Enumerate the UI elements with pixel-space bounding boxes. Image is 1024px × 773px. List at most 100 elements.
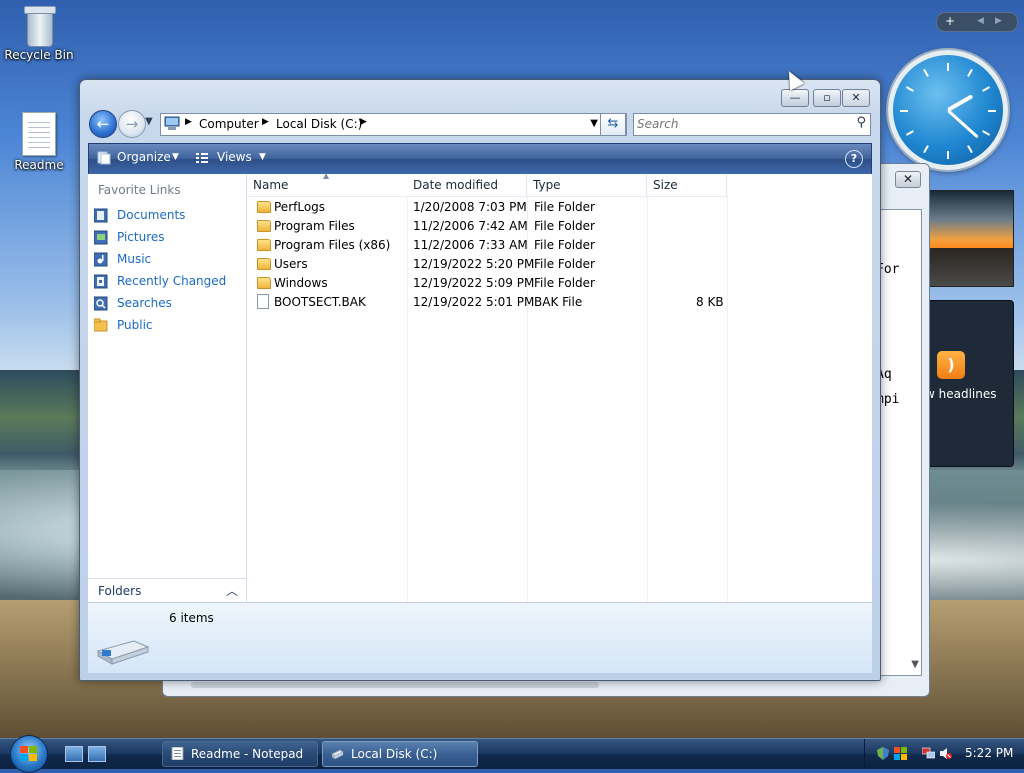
refresh-button[interactable]: ⇆ (600, 113, 626, 136)
organize-button[interactable]: Organize (117, 150, 171, 164)
slideshow-gadget[interactable] (926, 190, 1014, 287)
breadcrumb-local-disk[interactable]: Local Disk (C:) (276, 117, 362, 131)
organize-dropdown-icon[interactable]: ▼ (172, 152, 179, 162)
column-header-type[interactable]: Type (527, 174, 647, 197)
folder-icon (257, 239, 271, 251)
views-dropdown-icon[interactable]: ▼ (259, 152, 266, 162)
column-header-size[interactable]: Size (647, 174, 727, 197)
views-icon (196, 153, 208, 163)
file-name: Users (274, 257, 308, 271)
horizontal-scrollbar[interactable] (191, 682, 599, 688)
column-header-label: Name (253, 178, 289, 192)
drive-icon (331, 749, 344, 759)
file-row-windows[interactable]: Windows 12/19/2022 5:09 PM File Folder (247, 274, 872, 293)
favorite-link-label: Public (117, 318, 153, 332)
add-gadget-button[interactable]: + (945, 14, 955, 28)
network-icon[interactable] (922, 747, 935, 760)
column-header-name[interactable]: ▲ Name (247, 171, 408, 197)
taskbar-button-label: Local Disk (C:) (351, 747, 438, 761)
scroll-down-arrow-icon[interactable]: ▼ (911, 659, 919, 670)
item-count: 6 items (169, 611, 214, 625)
column-header-label: Date modified (413, 178, 499, 192)
folders-toggle[interactable]: Folders ︿ (88, 578, 246, 603)
file-row-bootsect-bak[interactable]: BOOTSECT.BAK 12/19/2022 5:01 PM BAK File… (247, 293, 872, 312)
start-button[interactable] (10, 735, 48, 773)
favorite-link-recently-changed[interactable]: Recently Changed (94, 271, 244, 291)
show-desktop-icon[interactable] (65, 746, 83, 762)
file-type: File Folder (534, 238, 595, 252)
favorite-link-public[interactable]: Public (94, 315, 244, 335)
favorite-link-searches[interactable]: Searches (94, 293, 244, 313)
file-type: BAK File (534, 295, 583, 309)
views-button[interactable]: Views (217, 150, 252, 164)
explorer-window[interactable]: — ▫ ✕ ← → ▼ ▶ Computer ▶ Local Disk (C:)… (79, 79, 881, 681)
favorite-link-pictures[interactable]: Pictures (94, 227, 244, 247)
folder-icon (257, 220, 271, 232)
forward-button[interactable]: → (118, 110, 146, 138)
taskbar-button-label: Readme - Notepad (191, 747, 304, 761)
command-bar: Organize ▼ Views ▼ ? (88, 143, 872, 175)
file-list[interactable]: ▲ Name Date modified Type Size PerfLogs … (247, 171, 872, 602)
maximize-button[interactable]: ▫ (813, 89, 841, 107)
file-date: 11/2/2006 7:33 AM (413, 238, 528, 252)
local-disk-icon (96, 640, 150, 665)
favorite-link-label: Recently Changed (117, 274, 227, 288)
notepad-icon (171, 747, 184, 760)
taskbar-button-notepad[interactable]: Readme - Notepad (162, 741, 318, 767)
favorite-links-heading: Favorite Links (98, 183, 181, 197)
column-header-label: Size (653, 178, 678, 192)
music-icon (94, 252, 108, 267)
search-box[interactable]: ⚲ (633, 113, 871, 136)
text-document-icon (22, 112, 56, 156)
searches-icon (94, 296, 108, 311)
search-input[interactable] (637, 115, 843, 132)
navigation-pane: Favorite Links Documents Pictures Music … (88, 174, 247, 602)
help-button[interactable]: ? (845, 150, 863, 168)
address-bar[interactable]: ▶ Computer ▶ Local Disk (C:) ▶ ▼ (160, 113, 627, 136)
taskbar-button-local-disk[interactable]: Local Disk (C:) (322, 741, 478, 767)
taskbar: Readme - Notepad Local Disk (C:) 5:22 PM (0, 735, 1024, 773)
file-type: File Folder (534, 200, 595, 214)
favorite-link-music[interactable]: Music (94, 249, 244, 269)
security-center-icon[interactable] (877, 747, 890, 760)
address-dropdown-icon[interactable]: ▼ (590, 118, 598, 129)
file-row-program-files[interactable]: Program Files 11/2/2006 7:42 AM File Fol… (247, 217, 872, 236)
file-date: 11/2/2006 7:42 AM (413, 219, 528, 233)
previous-gadgets-button[interactable]: ◀ (977, 16, 984, 26)
folder-icon (257, 258, 271, 270)
file-row-users[interactable]: Users 12/19/2022 5:20 PM File Folder (247, 255, 872, 274)
system-clock[interactable]: 5:22 PM (965, 746, 1013, 760)
file-icon (257, 294, 269, 309)
breadcrumb-separator-icon[interactable]: ▶ (185, 117, 192, 127)
notepad-close-button[interactable]: ✕ (895, 171, 921, 188)
close-button[interactable]: ✕ (842, 89, 870, 107)
feed-headlines-gadget[interactable]: ) w headlines (925, 300, 1014, 467)
file-row-perflogs[interactable]: PerfLogs 1/20/2008 7:03 PM File Folder (247, 198, 872, 217)
desktop-icon-label: Readme (14, 158, 64, 172)
favorite-link-documents[interactable]: Documents (94, 205, 244, 225)
minimize-button[interactable]: — (781, 89, 809, 107)
breadcrumb-separator-icon[interactable]: ▶ (262, 117, 269, 127)
recycle-bin-icon (22, 4, 56, 47)
windows-update-icon[interactable] (894, 747, 907, 760)
next-gadgets-button[interactable]: ▶ (995, 16, 1002, 26)
switch-windows-icon[interactable] (88, 746, 106, 762)
recently-changed-icon (94, 274, 108, 289)
organize-icon (97, 151, 111, 165)
breadcrumb-computer[interactable]: Computer (199, 117, 259, 131)
volume-muted-icon[interactable] (939, 747, 952, 760)
back-button[interactable]: ← (89, 110, 117, 138)
chevron-up-icon[interactable]: ︿ (226, 582, 238, 599)
file-date: 12/19/2022 5:09 PM (413, 276, 535, 290)
desktop-icon-readme[interactable]: Readme (0, 112, 78, 172)
recent-pages-dropdown[interactable]: ▼ (145, 116, 153, 127)
breadcrumb-separator-icon[interactable]: ▶ (360, 117, 367, 127)
search-icon[interactable]: ⚲ (856, 115, 866, 130)
windows-logo-icon (20, 746, 37, 761)
clock-gadget[interactable] (888, 50, 1008, 170)
column-header-date-modified[interactable]: Date modified (407, 174, 527, 197)
folder-icon (257, 277, 271, 289)
file-row-program-files-x86[interactable]: Program Files (x86) 11/2/2006 7:33 AM Fi… (247, 236, 872, 255)
file-date: 12/19/2022 5:20 PM (413, 257, 535, 271)
desktop-icon-recycle-bin[interactable]: Recycle Bin (0, 4, 78, 62)
